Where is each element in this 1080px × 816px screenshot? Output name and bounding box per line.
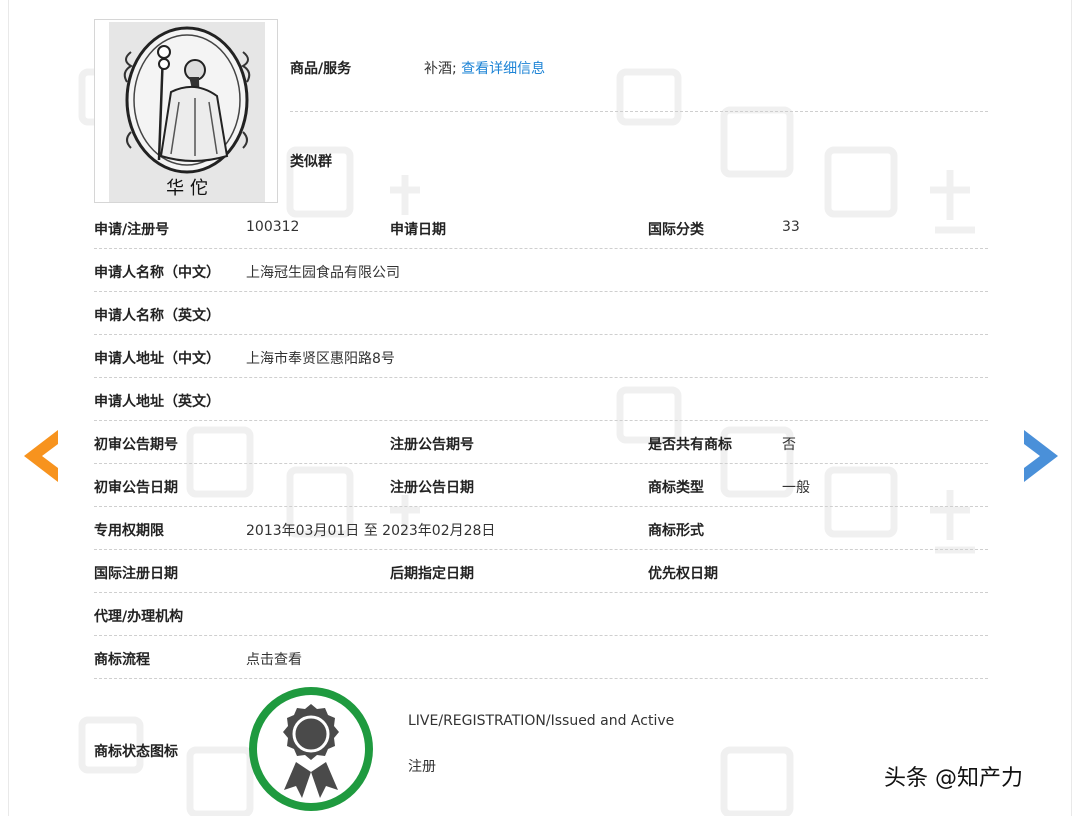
divider [94, 334, 988, 335]
reg-no-label: 申请/注册号 [94, 222, 170, 238]
divider [94, 506, 988, 507]
trademark-caption: 华 佗 [166, 178, 208, 199]
goods-services-text: 补酒; [424, 61, 457, 77]
reg-no-value: 100312 [246, 219, 300, 235]
tm-form-label: 商标形式 [648, 523, 704, 539]
tm-type-value: 一般 [782, 480, 810, 496]
divider [94, 635, 988, 636]
shared-tm-label: 是否共有商标 [648, 437, 732, 453]
prelim-pub-date-label: 初审公告日期 [94, 480, 178, 496]
arrow-right-icon[interactable] [1022, 430, 1058, 482]
divider [290, 111, 988, 112]
address-cn-value: 上海市奉贤区惠阳路8号 [246, 351, 395, 367]
status-chinese: 注册 [408, 759, 436, 775]
view-details-link[interactable]: 查看详细信息 [461, 61, 545, 77]
similar-group-label: 类似群 [290, 154, 332, 170]
goods-services-label: 商品/服务 [290, 61, 352, 77]
priority-date-label: 优先权日期 [648, 566, 718, 582]
divider [94, 248, 988, 249]
intl-class-value: 33 [782, 219, 800, 235]
page-frame-right [1071, 0, 1072, 816]
tm-process-label: 商标流程 [94, 652, 150, 668]
applicant-cn-label: 申请人名称（中文） [94, 265, 220, 281]
reg-pub-date-label: 注册公告日期 [390, 480, 474, 496]
divider [94, 377, 988, 378]
address-en-label: 申请人地址（英文） [94, 394, 220, 410]
intl-reg-date-label: 国际注册日期 [94, 566, 178, 582]
reg-pub-no-label: 注册公告期号 [390, 437, 474, 453]
exclusive-period-value: 2013年03月01日 至 2023年02月28日 [246, 523, 496, 539]
later-designation-label: 后期指定日期 [390, 566, 474, 582]
view-process-link[interactable]: 点击查看 [246, 649, 302, 669]
goods-services-value: 补酒; 查看详细信息 [424, 58, 545, 78]
intl-class-label: 国际分类 [648, 222, 704, 238]
divider [94, 291, 988, 292]
registered-seal-icon [249, 687, 373, 811]
huatuo-portrait-icon: 华 佗 [109, 22, 265, 202]
divider [94, 549, 988, 550]
prelim-pub-no-label: 初审公告期号 [94, 437, 178, 453]
divider [94, 678, 988, 679]
tm-status-icon-label: 商标状态图标 [94, 744, 178, 760]
attribution-text: 头条 @知产力 [884, 766, 1023, 791]
page-frame-left [8, 0, 9, 816]
exclusive-period-label: 专用权期限 [94, 523, 164, 539]
tm-type-label: 商标类型 [648, 480, 704, 496]
trademark-image: 华 佗 [94, 19, 278, 203]
divider [94, 420, 988, 421]
agent-label: 代理/办理机构 [94, 609, 184, 625]
shared-tm-value: 否 [782, 437, 796, 453]
arrow-left-icon[interactable] [24, 430, 60, 482]
applicant-cn-value: 上海冠生园食品有限公司 [246, 265, 400, 281]
address-cn-label: 申请人地址（中文） [94, 351, 220, 367]
divider [94, 463, 988, 464]
status-english: LIVE/REGISTRATION/Issued and Active [408, 713, 675, 729]
divider [94, 592, 988, 593]
app-date-label: 申请日期 [390, 222, 446, 238]
applicant-en-label: 申请人名称（英文） [94, 308, 220, 324]
